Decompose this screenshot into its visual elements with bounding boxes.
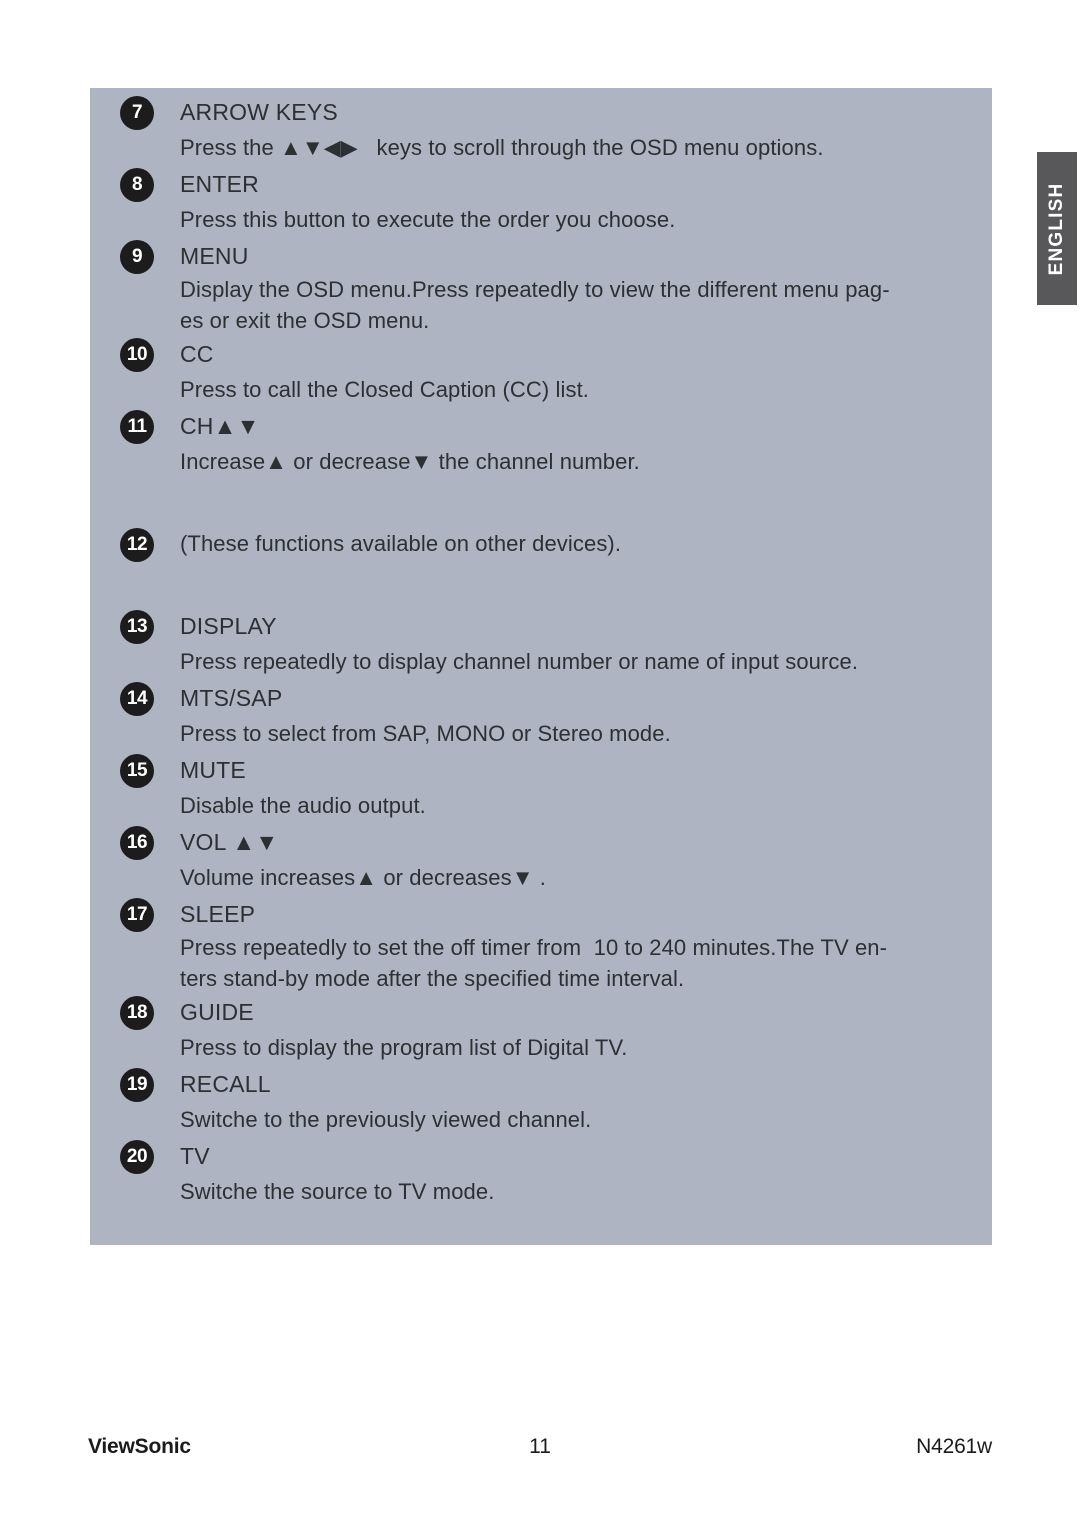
entry-title: GUIDE bbox=[180, 999, 254, 1025]
entry-description: Press this button to execute the order y… bbox=[180, 207, 676, 232]
entry-number-badge: 18 bbox=[120, 996, 154, 1030]
entry-number-badge: 10 bbox=[120, 338, 154, 372]
key-description-entry: 17 SLEEP Press repeatedly to set the off t… bbox=[104, 896, 974, 994]
entry-title: ARROW KEYS bbox=[180, 99, 338, 125]
entry-number-badge: 13 bbox=[120, 610, 154, 644]
entry-description: (These functions available on other devi… bbox=[180, 531, 622, 556]
key-description-entry: 8 ENTER Press this button to execute the o… bbox=[104, 166, 974, 238]
entry-number-badge: 7 bbox=[120, 96, 154, 130]
key-description-entry: 10 CC Press to call the Closed Caption (CC… bbox=[104, 336, 974, 408]
entry-description: Press the ▲▼◀▶ keys to scroll through th… bbox=[180, 135, 824, 160]
key-description-entry: 16 VOL ▲▼ Volume increases▲ or decreases▼ … bbox=[104, 824, 974, 896]
entry-number-badge: 8 bbox=[120, 168, 154, 202]
entry-number-badge: 20 bbox=[120, 1140, 154, 1174]
key-description-entry: 18 GUIDE Press to display the program list… bbox=[104, 994, 974, 1066]
entry-title: SLEEP bbox=[180, 901, 256, 927]
entry-description: Display the OSD menu.Press repeatedly to… bbox=[180, 277, 890, 333]
entry-title: MUTE bbox=[180, 757, 246, 783]
entry-description: Press repeatedly to display channel numb… bbox=[180, 649, 859, 674]
entry-number-badge: 15 bbox=[120, 754, 154, 788]
entry-title: VOL ▲▼ bbox=[180, 829, 279, 855]
entry-description: Press to call the Closed Caption (CC) li… bbox=[180, 377, 590, 402]
entry-number-badge: 14 bbox=[120, 682, 154, 716]
key-description-entry: 14 MTS/SAP Press to select from SAP, MONO … bbox=[104, 680, 974, 752]
entry-title: CH▲▼ bbox=[180, 413, 260, 439]
entry-number-badge: 11 bbox=[120, 410, 154, 444]
key-description-entry: 9 MENU Display the OSD menu.Press repeated… bbox=[104, 238, 974, 336]
entry-number-badge: 19 bbox=[120, 1068, 154, 1102]
entry-description: Press to select from SAP, MONO or Stereo… bbox=[180, 721, 671, 746]
entry-description: Switche to the previously viewed channel… bbox=[180, 1107, 592, 1132]
key-description-entry: 7 ARROW KEYS Press the ▲▼◀▶ keys to scroll… bbox=[104, 94, 974, 166]
entry-title: RECALL bbox=[180, 1071, 271, 1097]
page-footer: ViewSonic 11 N4261w bbox=[88, 1432, 992, 1462]
key-description-entry: 15 MUTE Disable the audio output. bbox=[104, 752, 974, 824]
entry-number-badge: 16 bbox=[120, 826, 154, 860]
key-description-entry: 12 (These functions available on other de… bbox=[104, 526, 974, 562]
entry-title: TV bbox=[180, 1143, 210, 1169]
entry-title: MENU bbox=[180, 243, 249, 269]
entry-title: MTS/SAP bbox=[180, 685, 283, 711]
key-description-entry: 20 TV Switche the source to TV mode. bbox=[104, 1138, 974, 1210]
footer-page-number: 11 bbox=[529, 1435, 551, 1458]
entry-number-badge: 9 bbox=[120, 240, 154, 274]
entry-description: Volume increases▲ or decreases▼ . bbox=[180, 865, 547, 890]
entry-description: Switche the source to TV mode. bbox=[180, 1179, 495, 1204]
entry-description: Increase▲ or decrease▼ the channel numbe… bbox=[180, 449, 640, 474]
entry-title: CC bbox=[180, 341, 214, 367]
language-tab-label: ENGLISH bbox=[1046, 182, 1067, 275]
entry-description: Press to display the program list of Dig… bbox=[180, 1035, 628, 1060]
entry-number-badge: 12 bbox=[120, 528, 154, 562]
entry-title: DISPLAY bbox=[180, 613, 277, 639]
entry-description: Disable the audio output. bbox=[180, 793, 426, 818]
key-description-entry: 11 CH▲▼ Increase▲ or decrease▼ the channel… bbox=[104, 408, 974, 480]
entry-title: ENTER bbox=[180, 171, 259, 197]
key-description-entry: 19 RECALL Switche to the previously viewed… bbox=[104, 1066, 974, 1138]
key-description-entry: 13 DISPLAY Press repeatedly to display cha… bbox=[104, 608, 974, 680]
language-side-tab: ENGLISH bbox=[1037, 152, 1077, 305]
remote-control-key-descriptions-panel: 7 ARROW KEYS Press the ▲▼◀▶ keys to scroll… bbox=[90, 88, 992, 1245]
entry-number-badge: 17 bbox=[120, 898, 154, 932]
entry-description: Press repeatedly to set the off timer fr… bbox=[180, 935, 888, 991]
